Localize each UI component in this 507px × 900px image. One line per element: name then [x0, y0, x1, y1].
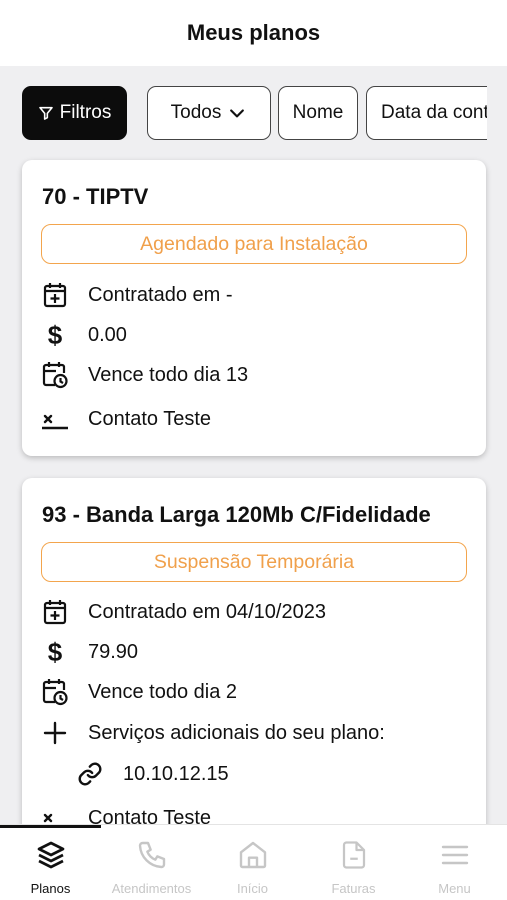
price-text: 0.00 [88, 323, 127, 346]
calendar-clock-icon [42, 677, 68, 707]
nav-tab-faturas[interactable]: Faturas [303, 825, 404, 900]
contact-row: Contato Teste [42, 404, 211, 434]
filters-button[interactable]: Filtros [22, 86, 127, 140]
contracted-text: Contratado em - [88, 283, 233, 306]
page-title: Meus planos [186, 20, 321, 45]
nav-label: Planos [30, 881, 71, 896]
link-icon [77, 759, 103, 789]
layers-icon [34, 837, 68, 873]
status-badge: Agendado para Instalação [41, 224, 467, 264]
plus-icon [42, 718, 68, 748]
chevron-down-icon [230, 109, 245, 118]
sort-name-label: Nome [292, 102, 344, 123]
nav-label: Faturas [331, 881, 376, 896]
nav-tab-atendimentos[interactable]: Atendimentos [101, 825, 202, 900]
filter-bar-edge [487, 66, 507, 158]
contracted-row: Contratado em 04/10/2023 [42, 597, 326, 627]
filters-button-label: Filtros [59, 102, 112, 123]
phone-icon [136, 837, 168, 873]
filter-icon [38, 106, 53, 120]
price-text: 79.90 [88, 640, 139, 663]
home-icon [237, 837, 269, 873]
plan-title: 70 - TIPTV [42, 184, 149, 209]
calendar-plus-icon [42, 597, 68, 627]
multiply-underline-icon [42, 404, 68, 434]
nav-tab-planos[interactable]: Planos [0, 825, 101, 900]
contact-text: Contato Teste [88, 407, 212, 430]
nav-label: Início [236, 881, 269, 896]
all-filter-label: Todos [170, 102, 222, 123]
all-filter-dropdown[interactable]: Todos [147, 86, 271, 140]
sort-name-chip[interactable]: Nome [278, 86, 358, 140]
app-header: Meus planos [0, 0, 507, 66]
calendar-clock-icon [42, 360, 68, 390]
price-row: $ 0.00 [42, 320, 127, 350]
due-text: Vence todo dia 13 [88, 363, 249, 386]
dollar-icon: $ [47, 319, 63, 350]
bottom-nav: Planos Atendimentos Início Faturas Menu [0, 824, 507, 900]
calendar-plus-icon [42, 280, 68, 310]
contracted-row: Contratado em - [42, 280, 233, 310]
extras-label: Serviços adicionais do seu plano: [88, 721, 385, 744]
hamburger-menu-icon [439, 837, 471, 873]
nav-label: Menu [438, 881, 471, 896]
plan-title: 93 - Banda Larga 120Mb C/Fidelidade [42, 502, 431, 527]
plan-card[interactable]: 70 - TIPTV Agendado para Instalação Cont… [22, 160, 486, 456]
contracted-text: Contratado em 04/10/2023 [88, 600, 326, 623]
due-row: Vence todo dia 13 [42, 360, 248, 390]
extra-service-item: 10.10.12.15 [77, 759, 229, 789]
filter-bar: Filtros Todos Nome Data da contratação [0, 66, 507, 158]
invoice-icon [339, 837, 369, 873]
extra-service-ip: 10.10.12.15 [123, 762, 229, 785]
nav-tab-inicio[interactable]: Início [202, 825, 303, 900]
dollar-icon: $ [47, 636, 63, 667]
status-badge: Suspensão Temporária [41, 542, 467, 582]
due-text: Vence todo dia 2 [88, 680, 238, 703]
nav-label: Atendimentos [111, 881, 192, 896]
sort-date-chip[interactable]: Data da contratação [366, 86, 507, 140]
extras-row: Serviços adicionais do seu plano: [42, 718, 385, 748]
price-row: $ 79.90 [42, 637, 138, 667]
nav-tab-menu[interactable]: Menu [404, 825, 505, 900]
due-row: Vence todo dia 2 [42, 677, 237, 707]
